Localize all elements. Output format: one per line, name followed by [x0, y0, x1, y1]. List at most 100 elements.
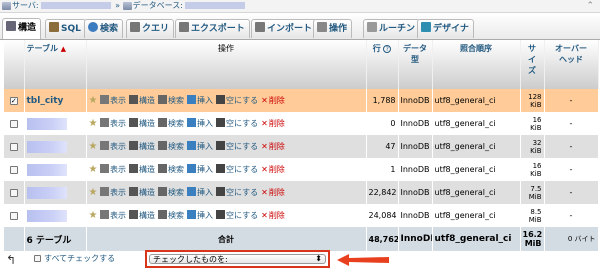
help-icon[interactable]: ? [383, 45, 392, 53]
favorite-star-icon[interactable]: ★ [89, 164, 98, 175]
browse-action[interactable]: 表示 [100, 187, 126, 198]
row-checkbox[interactable] [9, 142, 18, 151]
header-overhead[interactable]: オーバー ヘッド [544, 40, 599, 89]
table-name-link[interactable]: tbl_city [27, 96, 64, 106]
empty-action[interactable]: 空にする [216, 118, 258, 129]
empty-action[interactable]: 空にする [216, 95, 258, 106]
table-name-redacted[interactable] [26, 163, 67, 176]
structure-action[interactable]: 構造 [129, 118, 155, 129]
table-name-redacted[interactable] [26, 186, 67, 199]
drop-action[interactable]: ✕削除 [261, 187, 285, 198]
browse-icon [100, 95, 110, 104]
export-icon [179, 22, 189, 32]
row-checkbox[interactable] [9, 165, 18, 174]
size-link[interactable]: 16 KiB [520, 158, 545, 181]
drop-action[interactable]: ✕削除 [261, 118, 285, 129]
insert-action[interactable]: 挿入 [187, 95, 213, 106]
favorite-star-icon[interactable]: ★ [89, 187, 98, 198]
row-count: 22,842 [366, 181, 399, 204]
table-row[interactable]: ✓ tbl_city ★ 表示 構造 検索 挿入 空にする ✕削除 1,788 InnoD… [4, 89, 599, 112]
insert-action[interactable]: 挿入 [187, 187, 213, 198]
empty-action[interactable]: 空にする [216, 187, 258, 198]
browse-action[interactable]: 表示 [100, 164, 126, 175]
tab-structure[interactable]: 構造 [2, 18, 42, 39]
size-link[interactable]: 32 KiB [520, 135, 545, 158]
insert-action[interactable]: 挿入 [187, 164, 213, 175]
tab-export[interactable]: エクスポート [175, 19, 250, 38]
check-all-checkbox[interactable] [34, 255, 41, 262]
table-name-redacted[interactable] [26, 140, 67, 153]
search-action[interactable]: 検索 [158, 187, 184, 198]
structure-action[interactable]: 構造 [129, 164, 155, 175]
favorite-star-icon[interactable]: ★ [89, 95, 98, 106]
table-row[interactable]: ★ 表示 構造 検索 挿入 空にする ✕削除 0 InnoDB utf8_general_… [4, 112, 599, 135]
drop-action[interactable]: ✕削除 [261, 210, 285, 221]
insert-action[interactable]: 挿入 [187, 118, 213, 129]
tab-sql[interactable]: SQL [45, 19, 86, 38]
drop-action[interactable]: ✕削除 [261, 141, 285, 152]
breadcrumb: サーバ: » データベース: ⌃ [0, 0, 600, 13]
search-action[interactable]: 検索 [158, 164, 184, 175]
search-action[interactable]: 検索 [158, 118, 184, 129]
browse-action[interactable]: 表示 [100, 95, 126, 106]
row-checkbox[interactable] [9, 119, 18, 128]
tab-import[interactable]: インポート [251, 19, 318, 38]
favorite-star-icon[interactable]: ★ [89, 141, 98, 152]
tab-search[interactable]: 検索 [84, 19, 124, 38]
header-type[interactable]: データ型 [398, 40, 433, 89]
tab-routines[interactable]: ルーチン [363, 19, 421, 38]
row-checkbox[interactable] [9, 211, 18, 220]
collation: utf8_general_ci [432, 204, 521, 227]
browse-action[interactable]: 表示 [100, 210, 126, 221]
header-table[interactable]: テーブル ▲ [24, 40, 87, 89]
empty-action[interactable]: 空にする [216, 210, 258, 221]
favorite-star-icon[interactable]: ★ [89, 210, 98, 221]
overhead: - [544, 112, 599, 135]
query-icon [130, 22, 140, 32]
insert-action[interactable]: 挿入 [187, 141, 213, 152]
with-selected-dropdown[interactable]: チェックしたものを: ⬍ [149, 254, 326, 264]
tab-designer[interactable]: デザイナ [417, 19, 474, 38]
search-action[interactable]: 検索 [158, 141, 184, 152]
search-action[interactable]: 検索 [158, 210, 184, 221]
table-row[interactable]: ★ 表示 構造 検索 挿入 空にする ✕削除 22,842 InnoDB utf8_gen… [4, 181, 599, 204]
header-rows[interactable]: 行 ? [366, 40, 399, 89]
structure-action[interactable]: 構造 [129, 141, 155, 152]
browse-action[interactable]: 表示 [100, 141, 126, 152]
structure-action[interactable]: 構造 [129, 187, 155, 198]
server-name-redacted[interactable] [40, 2, 111, 9]
favorite-star-icon[interactable]: ★ [89, 118, 98, 129]
row-checkbox[interactable]: ✓ [9, 96, 18, 105]
overhead: - [544, 204, 599, 227]
drop-action[interactable]: ✕削除 [261, 164, 285, 175]
insert-action[interactable]: 挿入 [187, 210, 213, 221]
search-icon [158, 164, 168, 173]
table-name-redacted[interactable] [26, 209, 67, 222]
table-name-redacted[interactable] [26, 117, 67, 130]
header-checkbox-col [4, 40, 25, 89]
header-collation[interactable]: 照合順序 [432, 40, 521, 89]
size-link[interactable]: 128 KiB [520, 89, 545, 112]
drop-action[interactable]: ✕削除 [261, 95, 285, 106]
size-link[interactable]: 16 KiB [520, 112, 545, 135]
structure-action[interactable]: 構造 [129, 210, 155, 221]
tab-operations[interactable]: 操作 [313, 19, 353, 38]
tab-query[interactable]: クエリ [126, 19, 175, 38]
size-link[interactable]: 8.5 MiB [520, 204, 545, 227]
size-link[interactable]: 7.5 MiB [520, 181, 545, 204]
empty-action[interactable]: 空にする [216, 164, 258, 175]
header-size[interactable]: サイズ [520, 40, 545, 89]
empty-action[interactable]: 空にする [216, 141, 258, 152]
browse-action[interactable]: 表示 [100, 118, 126, 129]
database-name-redacted[interactable] [184, 2, 245, 9]
table-row[interactable]: ★ 表示 構造 検索 挿入 空にする ✕削除 47 InnoDB utf8_general… [4, 135, 599, 158]
check-all-link[interactable]: すべてチェックする [34, 253, 115, 264]
search-action[interactable]: 検索 [158, 95, 184, 106]
empty-icon [216, 141, 226, 150]
structure-action[interactable]: 構造 [129, 95, 155, 106]
row-checkbox[interactable] [9, 188, 18, 197]
table-row[interactable]: ★ 表示 構造 検索 挿入 空にする ✕削除 24,084 InnoDB utf8_gen… [4, 204, 599, 227]
table-row[interactable]: ★ 表示 構造 検索 挿入 空にする ✕削除 1 InnoDB utf8_general_… [4, 158, 599, 181]
collapse-icon[interactable]: ⌃ [586, 0, 594, 12]
breadcrumb-separator: » [115, 1, 121, 10]
